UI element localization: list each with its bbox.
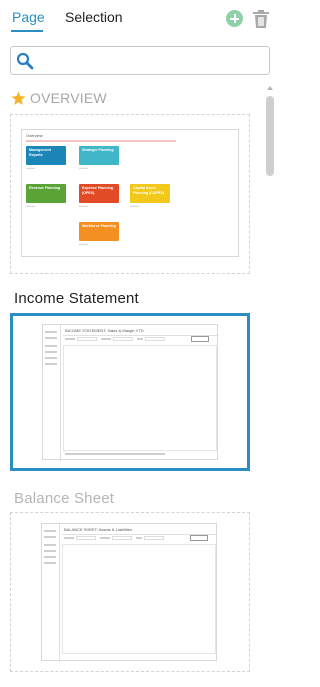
thumbnail-nav (45, 351, 57, 353)
tab-page[interactable]: Page (12, 9, 45, 25)
thumbnail-subtitle (26, 140, 176, 142)
thumbnail-button (190, 535, 208, 541)
thumbnail-nav (44, 556, 56, 558)
thumbnail-filter-box (77, 337, 97, 341)
thumbnail-heading: Overview (26, 133, 43, 138)
tile-revenue-planning: Revenue Planning (26, 184, 66, 203)
thumbnail-nav (44, 550, 56, 552)
thumbnail-filter-box (144, 536, 164, 540)
star-icon (11, 91, 26, 105)
thumbnail-filter-box (145, 337, 165, 341)
thumbnail-filter (101, 338, 111, 340)
tile-workforce-planning: Workforce Planning (79, 222, 119, 241)
thumbnail-nav (44, 562, 56, 564)
page-title-overview: OVERVIEW (30, 90, 107, 106)
active-tab-indicator (11, 30, 43, 32)
thumbnail-nav (44, 536, 56, 538)
tile-desc: ▪▪▪▪▪▪▪▪▪▪ (26, 205, 36, 208)
add-page-icon[interactable] (226, 10, 243, 27)
thumbnail-grid (62, 544, 216, 654)
tile-strategic-planning: Strategic Planning (79, 146, 119, 165)
tile-desc: ▪▪▪▪▪▪▪▪▪▪ (79, 167, 89, 170)
thumbnail-filter (137, 338, 143, 340)
thumbnail-filter-box (76, 536, 96, 540)
thumbnail-heading: INCOME STATEMENT: Sales & Margin YTD (65, 328, 144, 333)
thumbnail-sheet: BALANCE SHEET: Assets & Liabilities (41, 523, 217, 662)
thumbnail-footer (65, 453, 165, 455)
thumbnail-filter (65, 338, 75, 340)
thumbnail-nav (45, 363, 57, 365)
page-title-income-statement: Income Statement (14, 290, 139, 307)
thumbnail-nav (45, 357, 57, 359)
scrollbar-thumb[interactable] (266, 96, 274, 176)
search-icon (16, 52, 34, 70)
thumbnail-filter (64, 537, 74, 539)
search-input[interactable] (39, 51, 265, 71)
scroll-up-arrow-icon[interactable] (267, 86, 273, 90)
tile-desc: ▪▪▪▪▪▪▪▪▪▪ (79, 205, 89, 208)
thumbnail-nav (44, 544, 56, 546)
page-thumbnail-overview[interactable]: Overview Management Reports ▪▪▪▪▪▪▪▪▪▪ S… (10, 114, 250, 274)
thumbnail-filter (136, 537, 142, 539)
tab-selection[interactable]: Selection (65, 9, 123, 25)
thumbnail-filter-box (112, 536, 132, 540)
thumbnail-sheet: INCOME STATEMENT: Sales & Margin YTD (42, 324, 218, 461)
thumbnail-filter-box (113, 337, 133, 341)
thumbnail-filter (100, 537, 110, 539)
panel-tabs: Page Selection (0, 0, 282, 36)
trash-icon[interactable] (252, 9, 270, 29)
scrollbar[interactable] (264, 86, 276, 687)
thumbnail-nav (44, 530, 56, 532)
page-list: OVERVIEW Overview Management Reports ▪▪▪… (0, 84, 262, 687)
tile-expense-planning: Expense Planning (OPEX) (79, 184, 119, 203)
thumbnail-nav (45, 337, 57, 339)
thumbnail-button (191, 336, 209, 342)
thumbnail-grid (63, 345, 217, 451)
page-title-balance-sheet: Balance Sheet (14, 490, 115, 507)
tile-desc: ▪▪▪▪▪▪▪▪▪▪ (130, 205, 140, 208)
tile-management-reports: Management Reports (26, 146, 66, 165)
thumbnail-heading: BALANCE SHEET: Assets & Liabilities (64, 527, 133, 532)
page-thumbnail-income-statement[interactable]: INCOME STATEMENT: Sales & Margin YTD (10, 313, 250, 471)
page-thumbnail-balance-sheet[interactable]: BALANCE SHEET: Assets & Liabilities (10, 512, 250, 672)
tile-desc: ▪▪▪▪▪▪▪▪▪▪ (79, 243, 89, 246)
thumbnail-nav (45, 331, 57, 333)
tile-desc: ▪▪▪▪▪▪▪▪▪▪ (26, 167, 36, 170)
search-box (10, 46, 270, 75)
thumbnail-nav (45, 345, 57, 347)
tile-capital-asset-planning: Capital Asset Planning (CAPEX) (130, 184, 170, 203)
thumbnail-sheet: Overview Management Reports ▪▪▪▪▪▪▪▪▪▪ S… (21, 129, 239, 257)
